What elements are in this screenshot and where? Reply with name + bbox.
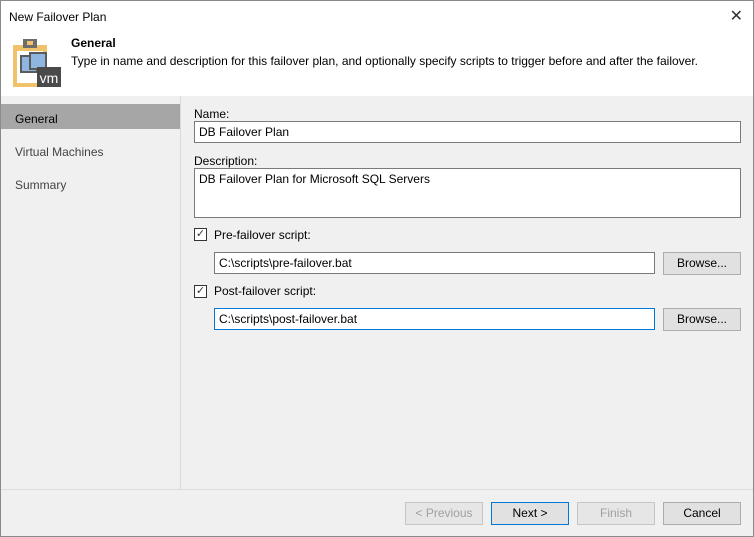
- cancel-button[interactable]: Cancel: [663, 502, 741, 525]
- new-failover-plan-dialog: New Failover Plan ✕ vm General Type in n…: [0, 0, 754, 537]
- pre-failover-script-input[interactable]: C:\scripts\pre-failover.bat: [214, 252, 655, 274]
- post-failover-checkbox[interactable]: ✓: [194, 285, 207, 298]
- description-textarea[interactable]: DB Failover Plan for Microsoft SQL Serve…: [194, 168, 741, 218]
- name-label: Name:: [194, 107, 230, 121]
- post-failover-browse-button[interactable]: Browse...: [663, 308, 741, 331]
- pre-failover-label: Pre-failover script:: [214, 228, 311, 242]
- wizard-header: vm General Type in name and description …: [1, 33, 753, 96]
- next-button[interactable]: Next >: [491, 502, 569, 525]
- description-label: Description:: [194, 154, 258, 168]
- step-summary[interactable]: Summary: [1, 170, 180, 195]
- window-title: New Failover Plan: [9, 10, 107, 24]
- step-description: Type in name and description for this fa…: [71, 54, 699, 68]
- name-input[interactable]: DB Failover Plan: [194, 121, 741, 143]
- post-failover-script-input[interactable]: C:\scripts\post-failover.bat: [214, 308, 655, 330]
- previous-button[interactable]: < Previous: [405, 502, 483, 525]
- title-bar: New Failover Plan ✕: [1, 1, 753, 33]
- pre-failover-checkbox[interactable]: ✓: [194, 228, 207, 241]
- footer-divider: [1, 489, 753, 490]
- svg-text:vm: vm: [40, 70, 59, 86]
- wizard-steps: General Virtual Machines Summary: [1, 96, 181, 489]
- failover-plan-vm-icon: vm: [13, 39, 61, 87]
- step-virtual-machines[interactable]: Virtual Machines: [1, 137, 180, 162]
- step-general[interactable]: General: [1, 104, 180, 129]
- step-title: General: [71, 36, 116, 50]
- finish-button[interactable]: Finish: [577, 502, 655, 525]
- close-icon[interactable]: ✕: [730, 6, 743, 26]
- pre-failover-browse-button[interactable]: Browse...: [663, 252, 741, 275]
- post-failover-label: Post-failover script:: [214, 284, 317, 298]
